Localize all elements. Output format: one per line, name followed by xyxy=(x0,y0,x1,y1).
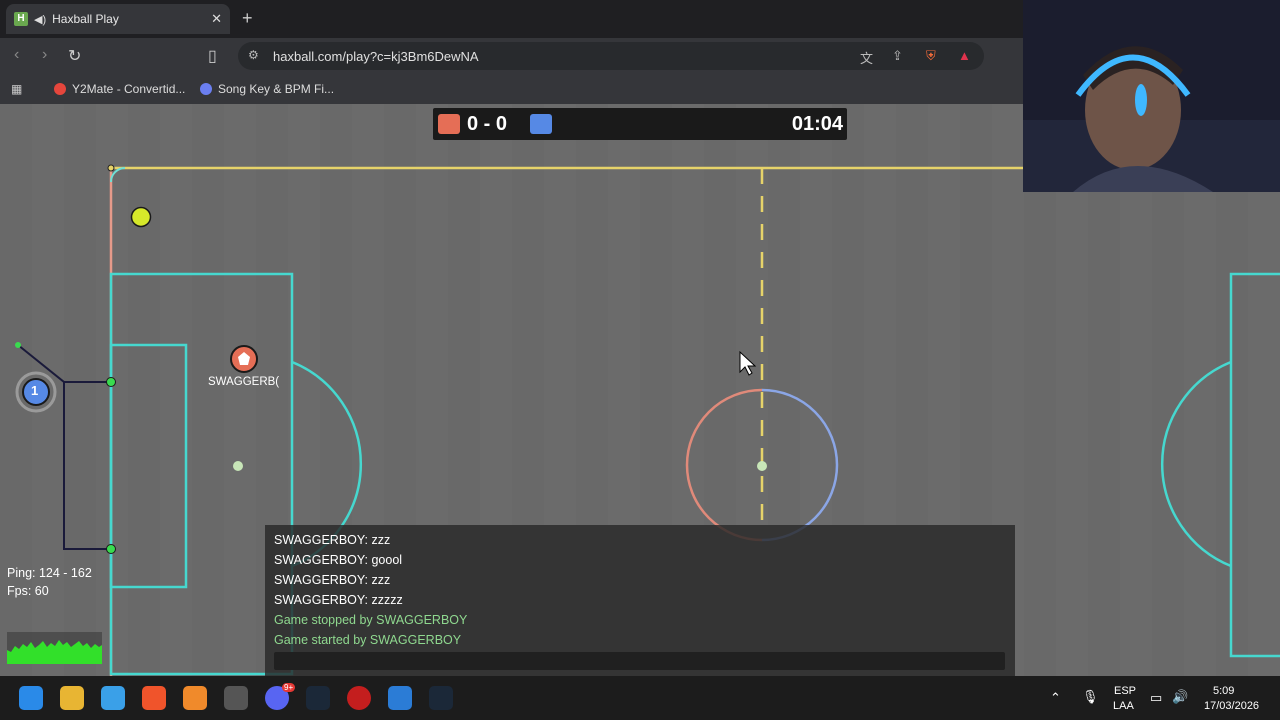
clock-time[interactable]: 5:09 xyxy=(1213,685,1234,697)
scoreboard: 0 - 0 01:04 xyxy=(433,108,847,140)
obs-icon[interactable] xyxy=(224,686,248,710)
network-icon[interactable]: ▭ xyxy=(1150,690,1162,706)
haxball-favicon-icon: H xyxy=(14,12,28,26)
address-bar[interactable]: ⚙ haxball.com/play?c=kj3Bm6DewNA 文 ⇪ ⛨ ▲ xyxy=(238,42,984,70)
blue-team-badge xyxy=(530,114,552,134)
ping-readout: Ping: 124 - 162 xyxy=(7,566,92,580)
tray-chevron-icon[interactable]: ⌃ xyxy=(1050,690,1061,706)
volume-icon[interactable]: 🔊 xyxy=(1172,689,1188,705)
translate-icon[interactable]: 文 xyxy=(860,48,873,67)
bookmark-label: Song Key & BPM Fi... xyxy=(218,82,335,96)
valorant-icon[interactable] xyxy=(347,686,371,710)
net-stats: Ping: 124 - 162 Fps: 60 xyxy=(7,566,92,602)
bookmarks-bar: ▦ Y2Mate - Convertid... Song Key & BPM F… xyxy=(0,74,1023,104)
speaker-icon[interactable]: ◀) xyxy=(34,13,46,26)
blue-player-number: 1 xyxy=(31,383,39,398)
chat-input[interactable] xyxy=(274,652,1005,670)
chat-message: SWAGGERBOY: zzzzz xyxy=(274,593,403,607)
red-team-badge xyxy=(438,114,460,134)
lang-top[interactable]: ESP xyxy=(1114,685,1136,697)
photo-app-icon[interactable] xyxy=(388,686,412,710)
back-icon[interactable]: ‹ xyxy=(14,46,19,64)
bookmark-label: Y2Mate - Convertid... xyxy=(72,82,186,96)
taskbar: 9+ ⌃ 🎙 ESP LAA ▭ 🔊 5:09 17/03/2026 xyxy=(0,676,1280,720)
steam-icon[interactable] xyxy=(306,686,330,710)
close-tab-icon[interactable]: ✕ xyxy=(211,11,222,27)
microphone-icon[interactable]: 🎙 xyxy=(1082,689,1099,705)
bookmark-songkey[interactable]: Song Key & BPM Fi... xyxy=(200,82,334,96)
chat-panel: SWAGGERBOY: zzz SWAGGERBOY: goool SWAGGERB… xyxy=(265,525,1015,676)
y2mate-icon xyxy=(54,83,66,95)
bookmark-y2mate[interactable]: Y2Mate - Convertid... xyxy=(54,82,185,96)
clock-date[interactable]: 17/03/2026 xyxy=(1204,700,1259,712)
lang-bottom[interactable]: LAA xyxy=(1113,700,1134,712)
match-timer: 01:04 xyxy=(791,113,843,135)
forward-icon[interactable]: › xyxy=(42,46,47,64)
red-player-name: SWAGGERB( xyxy=(208,376,280,388)
chat-message: SWAGGERBOY: zzz xyxy=(274,533,391,547)
share-icon[interactable]: ⇪ xyxy=(892,48,903,64)
reload-icon[interactable]: ↻ xyxy=(68,46,81,66)
file-explorer-icon[interactable] xyxy=(60,686,84,710)
steam-second-icon[interactable] xyxy=(429,686,453,710)
webcam-image xyxy=(1023,0,1280,192)
windows-start-icon[interactable] xyxy=(19,686,43,710)
chat-system-message: Game stopped by SWAGGERBOY xyxy=(274,613,468,627)
chat-system-message: Game started by SWAGGERBOY xyxy=(274,633,462,647)
brave-shield-icon[interactable]: ⛨ xyxy=(926,48,936,64)
fl-studio-icon[interactable] xyxy=(183,686,207,710)
fps-readout: Fps: 60 xyxy=(7,584,49,598)
bookmark-icon[interactable]: ▯ xyxy=(208,46,217,66)
penalty-spot-left xyxy=(233,461,243,471)
new-tab-icon[interactable]: + xyxy=(242,8,253,29)
tab-haxball[interactable]: H ◀) Haxball Play ✕ xyxy=(6,4,230,34)
fps-graph xyxy=(7,632,102,664)
url-text: haxball.com/play?c=kj3Bm6DewNA xyxy=(273,49,479,64)
center-spot xyxy=(757,461,767,471)
webcam-overlay xyxy=(1023,0,1280,192)
brave-rewards-icon[interactable]: ▲ xyxy=(958,48,971,63)
browser-toolbar: ‹ › ↻ ▯ ⚙ haxball.com/play?c=kj3Bm6DewNA… xyxy=(0,38,1023,74)
chat-message: SWAGGERBOY: zzz xyxy=(274,573,391,587)
apps-grid-icon[interactable]: ▦ xyxy=(11,82,22,96)
store-icon[interactable] xyxy=(101,686,125,710)
chat-message: SWAGGERBOY: goool xyxy=(274,553,403,567)
score-text: 0 - 0 xyxy=(467,113,508,135)
site-info-icon[interactable]: ⚙ xyxy=(248,48,259,62)
tab-title: Haxball Play xyxy=(52,12,119,26)
discord-badge: 9+ xyxy=(282,683,296,692)
brave-icon[interactable] xyxy=(142,686,166,710)
ball xyxy=(130,206,152,228)
songkey-icon xyxy=(200,83,212,95)
